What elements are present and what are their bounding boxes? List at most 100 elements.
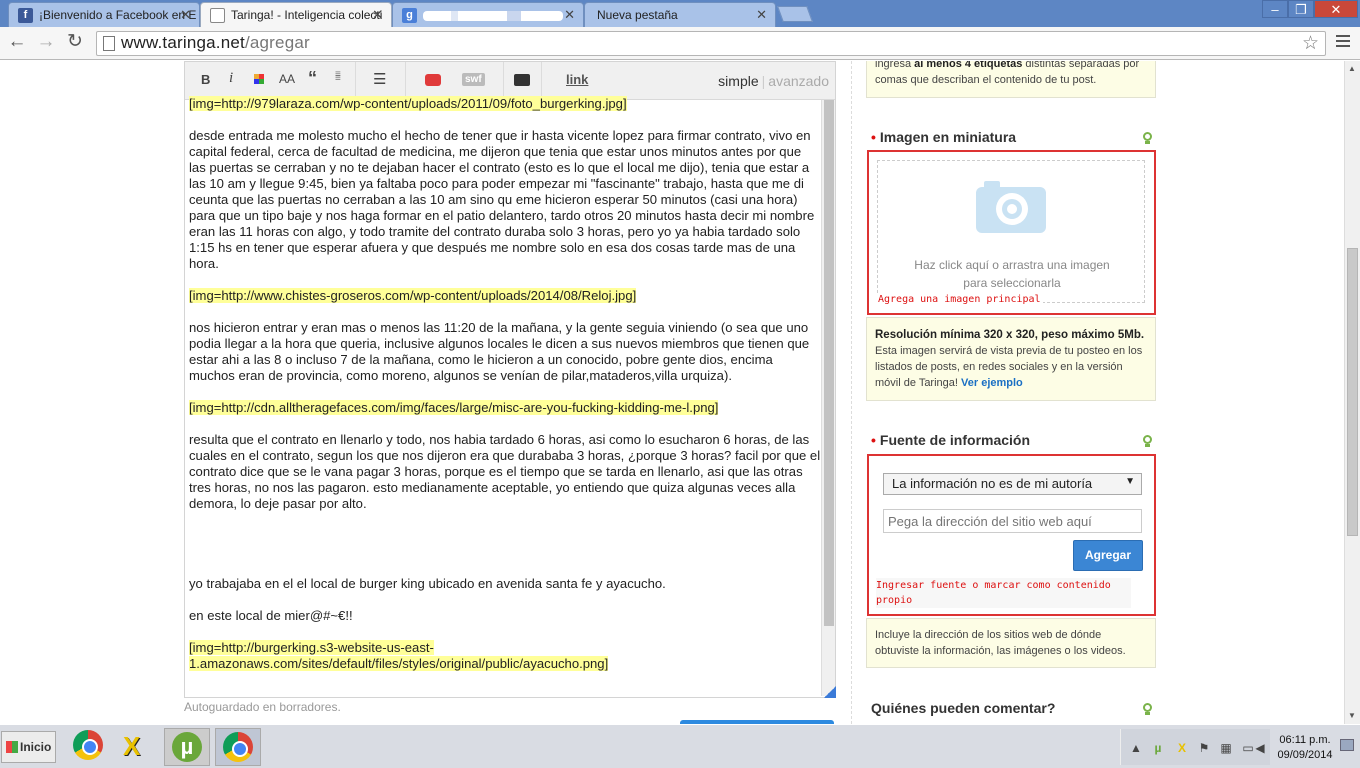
taringa-icon — [210, 8, 225, 23]
minimize-button[interactable]: ‒ — [1262, 0, 1288, 18]
text-paragraph: resulta que el contrato en llenarlo y to… — [189, 432, 821, 511]
network-icon[interactable]: ▦ — [1219, 741, 1233, 755]
add-source-button[interactable]: Agregar — [1073, 540, 1143, 571]
windows-logo-icon — [6, 741, 18, 753]
thumbnail-hint: Resolución mínima 320 x 320, peso máximo… — [866, 317, 1156, 401]
text-paragraph: desde entrada me molesto mucho el hecho … — [189, 128, 815, 271]
color-icon[interactable] — [254, 74, 264, 84]
youtube-icon[interactable] — [425, 74, 441, 86]
tab-google[interactable]: g ✕ — [392, 2, 584, 27]
image-tag-line: [img=http://979laraza.com/wp-content/upl… — [189, 96, 627, 111]
page-scrollbar[interactable]: ▲ ▼ — [1344, 61, 1360, 724]
close-tab-icon[interactable]: ✕ — [564, 7, 575, 23]
notification-icon[interactable]: ▲ — [1129, 741, 1143, 755]
align-icon[interactable]: ☰ — [373, 70, 386, 88]
camera-icon — [976, 179, 1046, 234]
resize-handle-icon[interactable] — [824, 686, 836, 698]
tags-hint: ingresá al menos 4 etiquetas distintas s… — [866, 61, 1156, 98]
page-content: B i AA “ ≡ ≡ ☰ swf link simple | avanzado [… — [0, 61, 1344, 724]
editor-toolbar: B i AA “ ≡ ≡ ☰ swf link simple | avanzado — [185, 62, 835, 100]
camera-icon[interactable] — [514, 74, 530, 86]
page-icon — [103, 36, 115, 51]
thumbnail-box: Haz click aquí o arrastra una imagen par… — [867, 150, 1156, 315]
editor-mode: simple | avanzado — [718, 73, 829, 89]
editor-scrollbar[interactable] — [821, 100, 835, 696]
editor-textarea[interactable]: [img=http://979laraza.com/wp-content/upl… — [189, 96, 821, 692]
close-window-button[interactable]: ✕ — [1314, 0, 1358, 18]
maximize-button[interactable]: ❐ — [1288, 0, 1314, 18]
see-example-link[interactable]: Ver ejemplo — [961, 377, 1023, 389]
text-paragraph: yo trabajaba en el el local de burger ki… — [189, 576, 666, 591]
tab-strip: f ¡Bienvenido a Facebook en E ✕ Taringa!… — [0, 0, 1360, 27]
scroll-up-icon[interactable]: ▲ — [1348, 64, 1356, 73]
source-hint: Incluye la dirección de los sitios web d… — [866, 618, 1156, 668]
volume-icon[interactable]: ◀ — [1253, 741, 1267, 755]
italic-button[interactable]: i — [229, 70, 233, 87]
close-tab-icon[interactable]: ✕ — [180, 7, 191, 23]
close-tab-icon[interactable]: ✕ — [372, 7, 383, 23]
lightbulb-icon[interactable] — [1143, 703, 1152, 715]
thumbnail-title: • Imagen en miniatura — [871, 129, 1017, 145]
tab-new[interactable]: Nueva pestaña ✕ — [584, 2, 776, 27]
back-icon[interactable]: ← — [6, 32, 28, 54]
lightbulb-icon[interactable] — [1143, 435, 1152, 447]
address-bar[interactable]: www.taringa.net/agregar ☆ — [96, 31, 1326, 56]
image-tag-line: [img=http://cdn.alltheragefaces.com/img/… — [189, 400, 719, 415]
list-icon[interactable]: ≡ ≡ — [335, 70, 341, 84]
bold-button[interactable]: B — [201, 72, 210, 87]
dropdown-arrow-icon: ▼ — [1125, 476, 1135, 487]
browser-toolbar: ← → ↻ www.taringa.net/agregar ☆ — [0, 27, 1360, 60]
utorrent-window[interactable]: µ — [164, 728, 210, 766]
forward-icon[interactable]: → — [35, 32, 57, 54]
comments-title: Quiénes pueden comentar? — [871, 700, 1056, 716]
show-desktop-button[interactable] — [1340, 739, 1354, 751]
thumbnail-error: Agrega una imagen principal — [876, 293, 1043, 306]
chrome-launcher[interactable] — [73, 730, 107, 764]
image-dropzone[interactable]: Haz click aquí o arrastra una imagen par… — [877, 160, 1145, 303]
scroll-down-icon[interactable]: ▼ — [1348, 711, 1356, 720]
google-icon: g — [402, 8, 417, 23]
close-tab-icon[interactable]: ✕ — [756, 7, 767, 23]
link-button[interactable]: link — [566, 72, 588, 87]
lightbulb-icon[interactable] — [1143, 132, 1152, 144]
tab-title: Taringa! - Inteligencia colecti — [231, 8, 383, 22]
autosave-status: Autoguardado en borradores. — [184, 700, 341, 714]
tab-facebook[interactable]: f ¡Bienvenido a Facebook en E ✕ — [8, 2, 200, 27]
source-box: La información no es de mi autoría▼ Agre… — [867, 454, 1156, 616]
source-type-select[interactable]: La información no es de mi autoría ▼ — [883, 473, 1142, 495]
x-tray-icon[interactable]: X — [1175, 741, 1189, 755]
image-tag-line: [img=http://burgerking.s3-website-us-eas… — [189, 640, 609, 671]
quote-button[interactable]: “ — [308, 68, 317, 89]
utorrent-tray-icon[interactable]: µ — [1151, 741, 1165, 755]
image-tag-line: [img=http://www.chistes-groseros.com/wp-… — [189, 288, 637, 303]
bookmark-star-icon[interactable]: ☆ — [1302, 32, 1319, 55]
post-editor[interactable]: B i AA “ ≡ ≡ ☰ swf link simple | avanzado [… — [184, 61, 836, 698]
flag-icon[interactable]: ⚑ — [1197, 741, 1211, 755]
x-app-launcher[interactable]: X — [123, 730, 157, 764]
start-button[interactable]: Inicio — [1, 731, 56, 763]
font-size-button[interactable]: AA — [279, 72, 295, 86]
mode-advanced[interactable]: avanzado — [768, 73, 829, 89]
new-tab-button[interactable] — [777, 6, 813, 22]
text-paragraph: en este local de mier@#~€!! — [189, 608, 353, 623]
editor-scroll-thumb[interactable] — [824, 100, 834, 626]
tab-taringa[interactable]: Taringa! - Inteligencia colecti ✕ — [200, 2, 392, 27]
swf-button[interactable]: swf — [462, 73, 485, 86]
clock[interactable]: 06:11 p.m. 09/09/2014 — [1272, 733, 1338, 763]
tab-title-blurred — [423, 10, 563, 21]
mode-simple[interactable]: simple — [718, 73, 758, 89]
tab-title: Nueva pestaña — [597, 8, 678, 22]
source-title: • Fuente de información — [871, 432, 1031, 448]
chrome-icon — [223, 732, 253, 762]
x-app-icon: X — [123, 731, 141, 761]
chrome-menu-icon[interactable] — [1336, 35, 1350, 49]
tab-title: ¡Bienvenido a Facebook en E — [39, 8, 197, 22]
utorrent-icon: µ — [172, 732, 202, 762]
page-scroll-thumb[interactable] — [1347, 248, 1358, 536]
source-url-input[interactable] — [883, 509, 1142, 533]
facebook-icon: f — [18, 8, 33, 23]
source-error: Ingresar fuente o marcar como contenido … — [876, 578, 1131, 608]
reload-icon[interactable]: ↻ — [64, 32, 86, 54]
chrome-window[interactable] — [215, 728, 261, 766]
